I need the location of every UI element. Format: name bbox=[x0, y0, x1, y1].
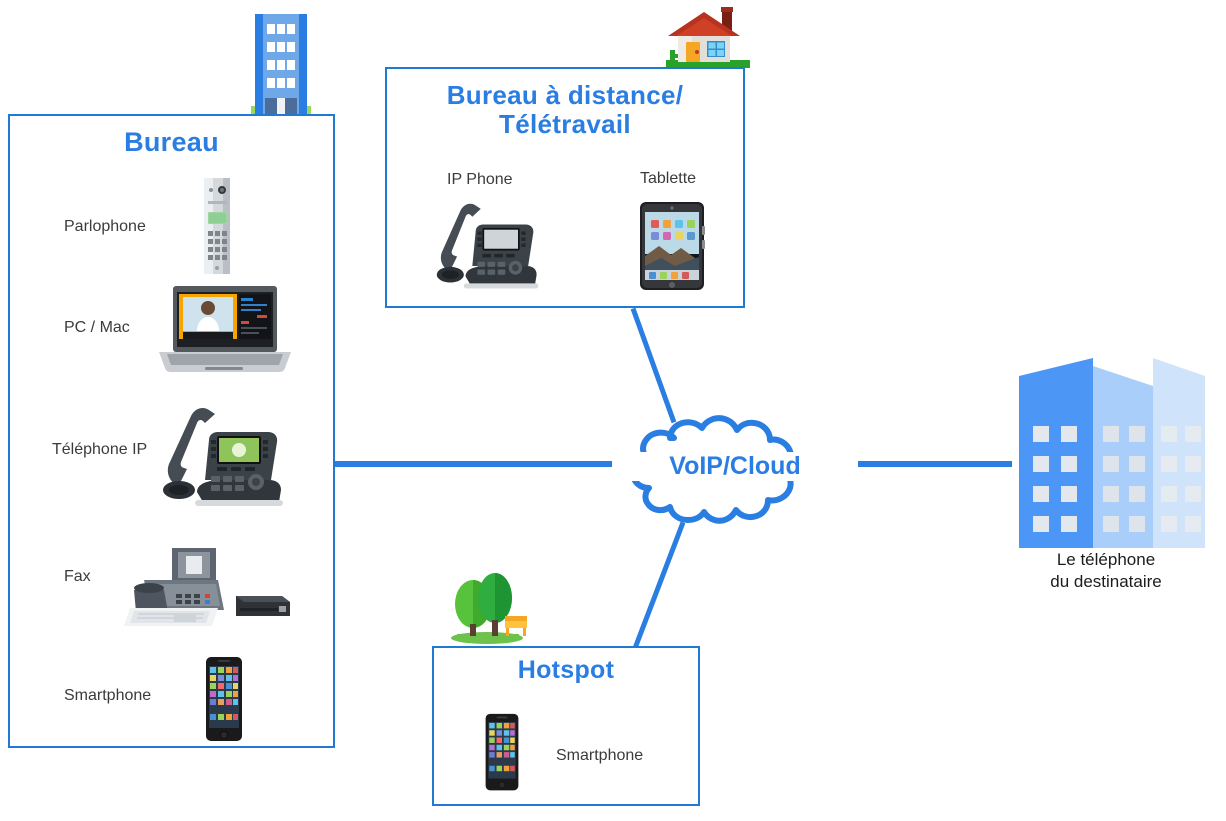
door-intercom-icon bbox=[198, 178, 238, 274]
destination-caption-line2: du destinataire bbox=[1050, 572, 1162, 592]
remote-title-line2: Télétravail bbox=[499, 109, 631, 140]
cloud-icon: VoIP/Cloud bbox=[612, 404, 858, 536]
park-trees-bench-icon bbox=[449, 572, 535, 644]
connector-cloud-to-destination bbox=[838, 461, 1012, 467]
fax-machine-icon bbox=[120, 544, 290, 630]
office-buildings-icon bbox=[1005, 348, 1205, 548]
connector-cloud-to-hotspot bbox=[631, 521, 686, 652]
remote-title-line1: Bureau à distance/ bbox=[446, 80, 684, 110]
hotspot-box: Hotspot bbox=[432, 646, 700, 806]
remote-office-box-title: Bureau à distance/ Télétravail bbox=[387, 80, 743, 140]
desk-ip-phone-icon-remote bbox=[430, 202, 540, 292]
office-box-title: Bureau bbox=[124, 127, 219, 157]
destination-caption-line1: Le téléphone bbox=[1056, 550, 1156, 569]
destination-caption: Le téléphone du destinataire bbox=[1013, 549, 1199, 593]
device-label-smartphone-office: Smartphone bbox=[64, 687, 152, 704]
connector-office-to-cloud bbox=[334, 461, 634, 467]
cloud-label: VoIP/Cloud bbox=[669, 455, 800, 483]
hotspot-box-title: Hotspot bbox=[517, 656, 615, 684]
tablet-icon bbox=[638, 200, 706, 292]
smartphone-icon-hotspot bbox=[480, 712, 524, 794]
device-label-fax: Fax bbox=[64, 568, 91, 585]
device-label-telephone-ip: Téléphone IP bbox=[52, 441, 148, 458]
diagram-canvas: Bureau Parlophone PC / Mac Téléphone IP … bbox=[0, 0, 1226, 821]
smartphone-icon bbox=[200, 655, 248, 745]
device-label-parlophone: Parlophone bbox=[64, 218, 146, 235]
device-label-pc-mac: PC / Mac bbox=[64, 319, 130, 336]
office-building-icon bbox=[231, 6, 331, 118]
device-label-ip-phone: IP Phone bbox=[447, 171, 513, 188]
device-label-tablette: Tablette bbox=[640, 170, 697, 187]
laptop-icon bbox=[157, 284, 291, 376]
house-icon bbox=[660, 2, 756, 70]
device-label-smartphone-hotspot: Smartphone bbox=[556, 747, 644, 764]
desk-ip-phone-icon bbox=[155, 406, 285, 510]
